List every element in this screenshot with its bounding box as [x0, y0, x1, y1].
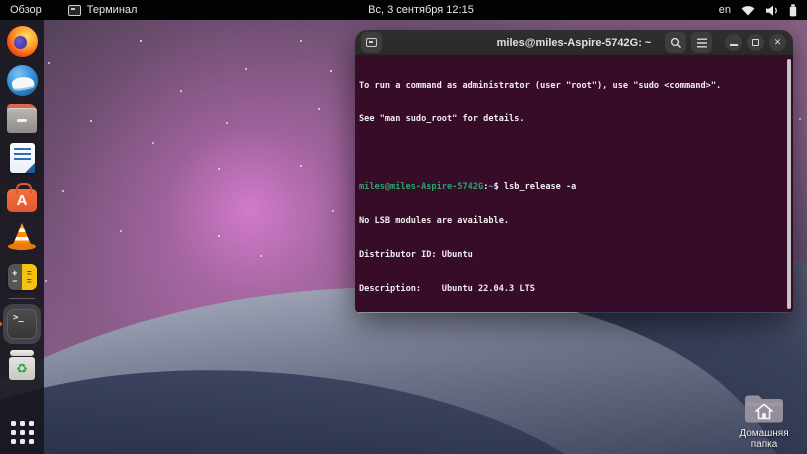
terminal-command: lsb_release -a	[503, 182, 577, 193]
ubuntu-software-icon: A	[7, 182, 37, 212]
terminal-output-line: Description: Ubuntu 22.04.3 LTS	[359, 283, 535, 294]
close-button[interactable]: ✕	[769, 34, 786, 51]
search-icon	[670, 37, 681, 48]
vlc-icon	[7, 221, 37, 251]
terminal-prompt-glyph: >_	[13, 313, 24, 323]
dock-item-firefox[interactable]	[3, 23, 41, 59]
dock: A + − = = >_ ♻	[0, 20, 44, 454]
home-folder-shortcut[interactable]: Домашняя папка	[726, 393, 802, 450]
libreoffice-writer-icon	[9, 143, 35, 173]
maximize-icon	[752, 39, 759, 46]
dock-item-libreoffice-writer[interactable]	[3, 140, 41, 176]
system-tray[interactable]: en	[719, 3, 807, 17]
keyboard-layout-indicator[interactable]: en	[719, 4, 731, 16]
terminal-output-line: No LSB modules are available.	[359, 216, 510, 227]
close-icon: ✕	[773, 37, 782, 47]
battery-icon	[789, 3, 797, 17]
dock-item-vlc[interactable]	[3, 218, 41, 254]
new-tab-icon	[366, 38, 377, 47]
files-icon	[7, 104, 37, 134]
minimize-icon	[729, 44, 738, 46]
trash-icon: ♻	[9, 350, 35, 380]
firefox-icon	[6, 25, 38, 57]
terminal-content[interactable]: To run a command as administrator (user …	[355, 56, 793, 312]
clock-button[interactable]: Вс, 3 сентября 12:15	[368, 0, 474, 20]
dock-item-calculator[interactable]: + − = =	[3, 257, 41, 293]
terminal-output-line: See "man sudo_root" for details.	[359, 114, 525, 125]
wifi-icon	[741, 5, 755, 16]
terminal-scrollbar[interactable]	[787, 59, 791, 309]
terminal-app-icon	[67, 4, 81, 16]
dock-item-trash[interactable]: ♻	[3, 347, 41, 383]
app-menu[interactable]: Терминал	[67, 4, 138, 16]
activities-button[interactable]: Обзор	[0, 0, 54, 20]
recycle-glyph: ♻	[16, 360, 28, 376]
desktop-screen: Обзор Терминал Вс, 3 сентября 12:15 en A…	[0, 0, 807, 454]
app-menu-label: Терминал	[86, 4, 138, 16]
new-tab-button[interactable]	[361, 32, 382, 53]
dock-item-ubuntu-software[interactable]: A	[3, 179, 41, 215]
running-indicator-dot	[0, 322, 2, 326]
terminal-output-line: Distributor ID: Ubuntu	[359, 250, 473, 261]
minimize-button[interactable]	[725, 34, 742, 51]
terminal-icon: >_	[7, 309, 37, 339]
hamburger-icon	[696, 38, 707, 47]
dock-item-terminal[interactable]: >_	[0, 304, 41, 344]
show-applications-button[interactable]	[10, 421, 34, 444]
calculator-icon: + − = =	[7, 263, 37, 290]
home-folder-label: Домашняя папка	[739, 428, 789, 450]
menu-button[interactable]	[691, 32, 712, 53]
search-button[interactable]	[665, 32, 686, 53]
maximize-button[interactable]	[747, 34, 764, 51]
dock-divider	[9, 298, 35, 299]
terminal-output-line: To run a command as administrator (user …	[359, 80, 722, 91]
terminal-titlebar[interactable]: miles@miles-Aspire-5742G: ~ ✕	[355, 30, 793, 56]
top-bar: Обзор Терминал Вс, 3 сентября 12:15 en	[0, 0, 807, 20]
thunderbird-icon	[6, 64, 38, 96]
terminal-window: miles@miles-Aspire-5742G: ~ ✕ To run a c…	[355, 30, 793, 313]
software-letter: A	[16, 191, 28, 209]
dock-item-files[interactable]	[3, 101, 41, 137]
terminal-prompt-line: miles@miles-Aspire-5742G:~$ lsb_release …	[359, 182, 577, 193]
home-folder-icon	[745, 395, 783, 423]
dock-item-thunderbird[interactable]	[3, 62, 41, 98]
volume-icon	[765, 5, 779, 16]
